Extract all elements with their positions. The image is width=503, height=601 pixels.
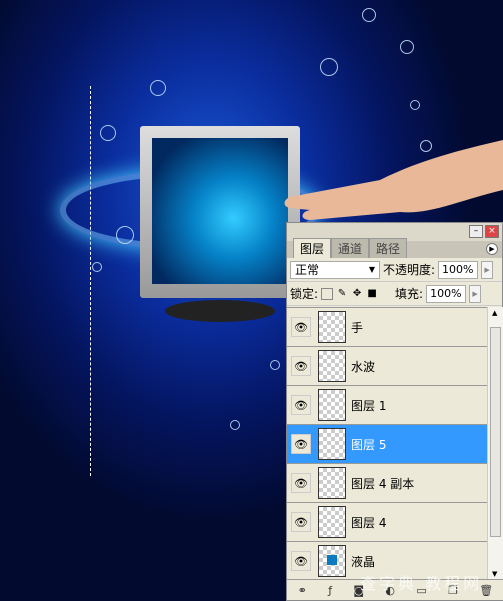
layer-row[interactable]: 👁 图层 4 副本 [287,464,487,503]
eye-icon[interactable]: 👁 [291,434,311,454]
bubble [92,262,102,272]
bubble [230,420,240,430]
layer-row-selected[interactable]: 👁 图层 5 [287,425,487,464]
panel-menu-icon[interactable]: ▶ [486,243,498,255]
blend-mode-select[interactable]: 正常 ▼ [290,260,380,279]
opacity-input[interactable]: 100% [438,260,479,279]
layer-name: 液晶 [351,554,376,569]
opacity-slider-button[interactable]: ▶ [481,260,494,279]
bubble [410,100,420,110]
layer-scrollbar[interactable]: ▲ ▼ [487,307,503,580]
lock-brush-icon[interactable]: ✎ [336,288,348,300]
chevron-down-icon: ▼ [368,265,375,274]
hand-image [284,140,503,220]
link-layers-icon[interactable]: ⚭ [298,584,307,597]
layer-thumbnail [318,506,346,538]
layer-row[interactable]: 👁 手 [287,308,487,347]
guide-line [90,86,91,476]
lock-label: 锁定: [290,287,319,301]
blend-mode-value: 正常 [295,263,320,277]
bubble [150,80,166,96]
layer-row[interactable]: 👁 图层 1 [287,386,487,425]
layer-thumbnail [318,311,346,343]
layer-name: 图层 1 [351,398,387,413]
bubble [270,360,280,370]
layer-list: 👁 手 👁 水波 👁 图层 1 👁 图层 5 👁 图层 4 副本 👁 图层 4 👁 液晶 [287,307,487,581]
monitor-stand [165,300,275,322]
close-button[interactable]: × [485,225,499,238]
lock-move-icon[interactable]: ✥ [351,288,363,300]
lock-transparency-icon[interactable] [321,287,334,300]
layer-name: 水波 [351,359,376,374]
bubble [320,58,338,76]
minimize-button[interactable]: – [469,225,483,238]
layer-row[interactable]: 👁 图层 4 [287,503,487,542]
fill-slider-button[interactable]: ▶ [469,284,482,303]
bubble [116,226,134,244]
eye-icon[interactable]: 👁 [291,551,311,571]
bubble [420,140,432,152]
eye-icon[interactable]: 👁 [291,395,311,415]
bubble [100,125,116,141]
opacity-label: 不透明度: [383,263,436,277]
layer-name: 图层 4 [351,515,387,530]
eye-icon[interactable]: 👁 [291,356,311,376]
tab-channels[interactable]: 通道 [331,238,370,258]
layer-thumbnail [318,389,346,421]
bubble [362,8,376,22]
tab-layers[interactable]: 图层 [293,238,332,258]
layer-name: 图层 4 副本 [351,476,415,491]
watermark: 查字典 教程网 [360,574,483,593]
layer-name: 图层 5 [351,437,387,452]
layer-style-icon[interactable]: ƒ [328,584,332,597]
fill-label: 填充: [395,287,424,301]
layer-thumbnail [318,428,346,460]
eye-icon[interactable]: 👁 [291,473,311,493]
tab-paths[interactable]: 路径 [369,238,408,258]
layers-panel: – × 图层 通道 路径 ▶ 正常 ▼ 不透明度: 100% ▶ 锁定: ✎ ✥ ■… [286,222,503,601]
bubble [400,40,414,54]
layer-name: 手 [351,320,364,335]
scrollbar-thumb[interactable] [490,327,501,537]
layer-row[interactable]: 👁 水波 [287,347,487,386]
lock-all-icon[interactable]: ■ [366,288,378,300]
layer-thumbnail [318,545,346,577]
layer-thumbnail [318,350,346,382]
layer-thumbnail [318,467,346,499]
fill-input[interactable]: 100% [426,284,467,303]
eye-icon[interactable]: 👁 [291,512,311,532]
eye-icon[interactable]: 👁 [291,317,311,337]
